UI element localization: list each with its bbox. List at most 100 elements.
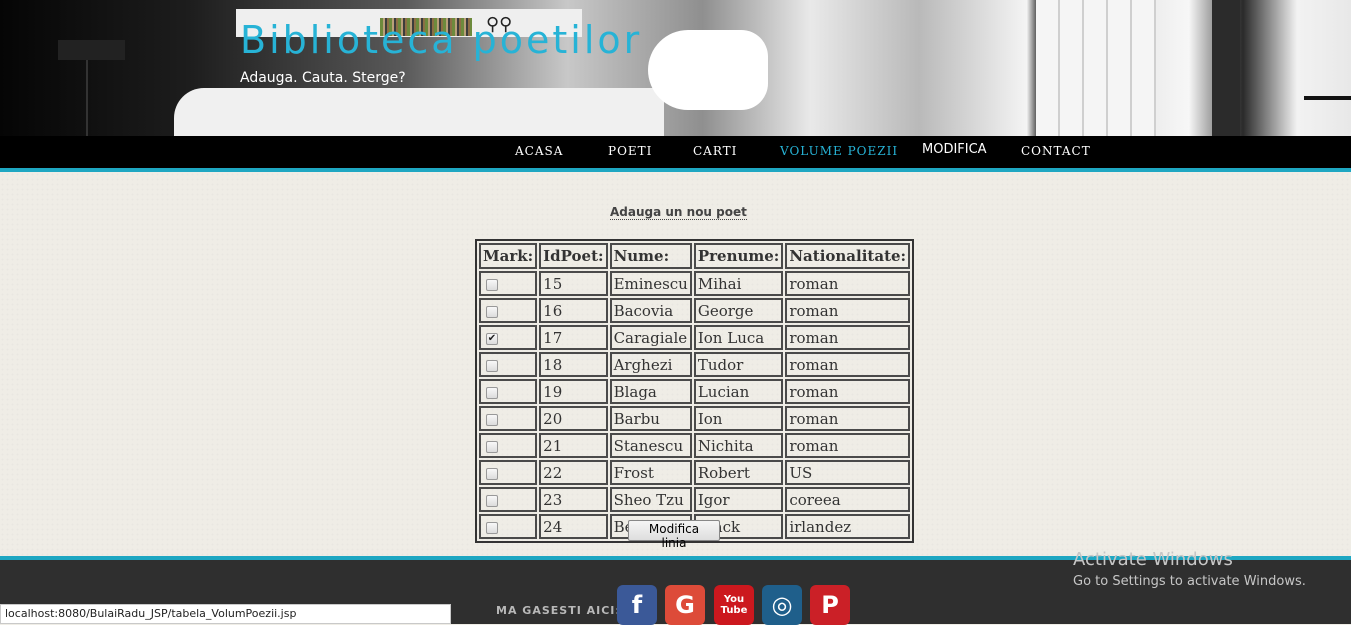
find-us-label: MA GASESTI AICI: <box>496 604 621 617</box>
nume-cell: Stanescu <box>609 433 692 458</box>
mark-checkbox[interactable] <box>486 278 498 291</box>
column-header-nume: Nume: <box>609 243 692 269</box>
site-tagline: Adauga. Cauta. Sterge? <box>240 70 406 86</box>
nationalitate-cell: roman <box>785 352 911 377</box>
modify-row-button[interactable]: Modifica linia <box>628 520 720 550</box>
nav-item-contact[interactable]: CONTACT <box>1021 144 1091 158</box>
mark-checkbox[interactable] <box>486 386 498 399</box>
window-frame-image <box>1212 0 1240 136</box>
nationalitate-cell: irlandez <box>785 514 911 539</box>
nationalitate-cell: roman <box>785 298 911 323</box>
idpoet-cell: 20 <box>539 406 608 431</box>
idpoet-cell: 15 <box>539 271 608 296</box>
mark-cell <box>479 433 538 458</box>
mark-cell <box>479 271 538 296</box>
prenume-cell: Ion Luca <box>693 325 784 350</box>
mark-checkbox[interactable]: ✔ <box>486 332 498 345</box>
nationalitate-cell: roman <box>785 271 911 296</box>
add-poet-link[interactable]: Adauga un nou poet <box>610 205 747 220</box>
poets-table: Mark: IdPoet: Nume: Prenume: Nationalita… <box>475 239 915 543</box>
idpoet-cell: 22 <box>539 460 608 485</box>
mark-cell <box>479 379 538 404</box>
table-row: 20 Barbu Ion roman <box>479 406 911 431</box>
idpoet-cell: 19 <box>539 379 608 404</box>
column-header-mark: Mark: <box>479 243 538 269</box>
nationalitate-cell: roman <box>785 433 911 458</box>
site-title[interactable]: Biblioteca poetilor <box>240 18 642 62</box>
nationalitate-cell: roman <box>785 406 911 431</box>
mark-cell <box>479 298 538 323</box>
table-row: 16 Bacovia George roman <box>479 298 911 323</box>
table-row: 23 Sheo Tzu Igor coreea <box>479 487 911 512</box>
mark-cell <box>479 406 538 431</box>
activate-windows-title: Activate Windows <box>1073 549 1233 570</box>
idpoet-cell: 23 <box>539 487 608 512</box>
idpoet-cell: 21 <box>539 433 608 458</box>
mark-checkbox[interactable] <box>486 413 498 426</box>
prenume-cell: Igor <box>693 487 784 512</box>
idpoet-cell: 17 <box>539 325 608 350</box>
mark-cell: ✔ <box>479 325 538 350</box>
pinterest-icon[interactable]: P <box>810 585 850 625</box>
sofa-image <box>174 88 664 136</box>
nume-cell: Bacovia <box>609 298 692 323</box>
nationalitate-cell: coreea <box>785 487 911 512</box>
nume-cell: Barbu <box>609 406 692 431</box>
window-image <box>1036 0 1156 136</box>
facebook-icon[interactable]: f <box>617 585 657 625</box>
mark-checkbox[interactable] <box>486 440 498 453</box>
main-nav <box>0 136 1351 168</box>
pendant-lamp-image <box>648 30 768 110</box>
prenume-cell: Robert <box>693 460 784 485</box>
nav-item-modifica[interactable]: MODIFICA <box>922 142 987 157</box>
mark-checkbox[interactable] <box>486 467 498 480</box>
mark-cell <box>479 460 538 485</box>
column-header-prenume: Prenume: <box>693 243 784 269</box>
instagram-icon[interactable]: ◎ <box>762 585 802 625</box>
table-row: 19 Blaga Lucian roman <box>479 379 911 404</box>
youtube-icon[interactable]: You Tube <box>714 585 754 625</box>
idpoet-cell: 24 <box>539 514 608 539</box>
nume-cell: Blaga <box>609 379 692 404</box>
nationalitate-cell: roman <box>785 325 911 350</box>
prenume-cell: Lucian <box>693 379 784 404</box>
nav-item-carti[interactable]: CARTI <box>693 144 737 158</box>
idpoet-cell: 16 <box>539 298 608 323</box>
google-plus-icon[interactable]: G <box>665 585 705 625</box>
table-row: 18 Arghezi Tudor roman <box>479 352 911 377</box>
prenume-cell: Tudor <box>693 352 784 377</box>
nationalitate-cell: roman <box>785 379 911 404</box>
mark-cell <box>479 352 538 377</box>
mark-checkbox[interactable] <box>486 359 498 372</box>
youtube-icon-top: You <box>723 594 745 605</box>
mark-cell <box>479 514 538 539</box>
mark-checkbox[interactable] <box>486 305 498 318</box>
nume-cell: Sheo Tzu <box>609 487 692 512</box>
prenume-cell: George <box>693 298 784 323</box>
nume-cell: Caragiale <box>609 325 692 350</box>
mark-checkbox[interactable] <box>486 521 498 534</box>
nav-item-volume-poezii[interactable]: VOLUME POEZII <box>780 144 898 158</box>
mark-cell <box>479 487 538 512</box>
nav-item-acasa[interactable]: ACASA <box>515 144 563 158</box>
table-row: 15 Eminescu Mihai roman <box>479 271 911 296</box>
nav-item-poeti[interactable]: POETI <box>608 144 652 158</box>
prenume-cell: Nichita <box>693 433 784 458</box>
prenume-cell: Ion <box>693 406 784 431</box>
lamp-stand-image <box>86 60 88 136</box>
youtube-icon-bottom: Tube <box>720 605 748 616</box>
table-header-row: Mark: IdPoet: Nume: Prenume: Nationalita… <box>479 243 911 269</box>
prenume-cell: Mihai <box>693 271 784 296</box>
nationalitate-cell: US <box>785 460 911 485</box>
column-header-idpoet: IdPoet: <box>539 243 608 269</box>
table-row: 21 Stanescu Nichita roman <box>479 433 911 458</box>
header-banner: ⚲⚲ Biblioteca poetilor Adauga. Cauta. St… <box>0 0 1351 136</box>
idpoet-cell: 18 <box>539 352 608 377</box>
activate-windows-subtitle: Go to Settings to activate Windows. <box>1073 574 1306 589</box>
nume-cell: Frost <box>609 460 692 485</box>
lamp-image <box>58 40 125 60</box>
side-table-image <box>1304 96 1351 136</box>
nume-cell: Arghezi <box>609 352 692 377</box>
mark-checkbox[interactable] <box>486 494 498 507</box>
table-row: 22 Frost Robert US <box>479 460 911 485</box>
